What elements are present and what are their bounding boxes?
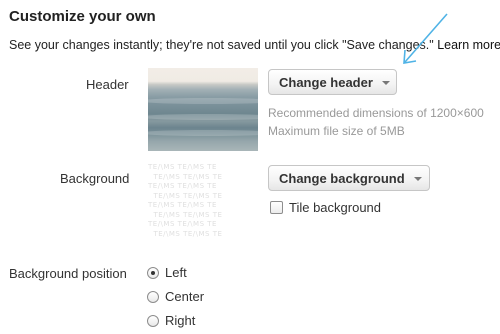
tile-background-checkbox[interactable] (270, 201, 283, 214)
radio-left[interactable] (147, 266, 159, 279)
change-header-button[interactable]: Change header (268, 69, 397, 95)
radio-center-label: Center (165, 289, 205, 304)
section-title: Customize your own (9, 8, 156, 25)
change-header-label: Change header (279, 74, 373, 90)
annotation-arrow-icon (403, 13, 448, 64)
header-label: Header (86, 77, 129, 92)
wave-decoration (148, 130, 258, 136)
position-option-right[interactable]: Right (147, 313, 195, 328)
radio-right-label: Right (165, 313, 196, 328)
wave-decoration (148, 98, 258, 104)
position-option-center[interactable]: Center (147, 289, 204, 304)
position-option-left[interactable]: Left (147, 265, 187, 280)
chevron-down-icon (381, 80, 390, 85)
change-background-button[interactable]: Change background (268, 165, 430, 191)
change-background-label: Change background (279, 170, 405, 186)
subtitle-text: See your changes instantly; they're not … (9, 38, 434, 52)
radio-right[interactable] (147, 314, 159, 327)
wave-decoration (148, 114, 258, 120)
radio-left-label: Left (165, 265, 187, 280)
header-image-preview (148, 68, 258, 151)
header-size-hint: Maximum file size of 5MB (268, 124, 405, 138)
tile-background-option[interactable]: Tile background (270, 200, 381, 215)
background-position-label: Background position (9, 266, 127, 281)
background-pattern-preview: TE/\MS TE/\MS TE TE/\MS TE/\MS TE TE/\MS… (148, 163, 223, 238)
radio-center[interactable] (147, 290, 159, 303)
tile-background-label: Tile background (289, 200, 382, 215)
background-label: Background (60, 171, 130, 186)
header-dimensions-hint: Recommended dimensions of 1200×600 (268, 106, 484, 120)
chevron-down-icon (413, 176, 422, 181)
